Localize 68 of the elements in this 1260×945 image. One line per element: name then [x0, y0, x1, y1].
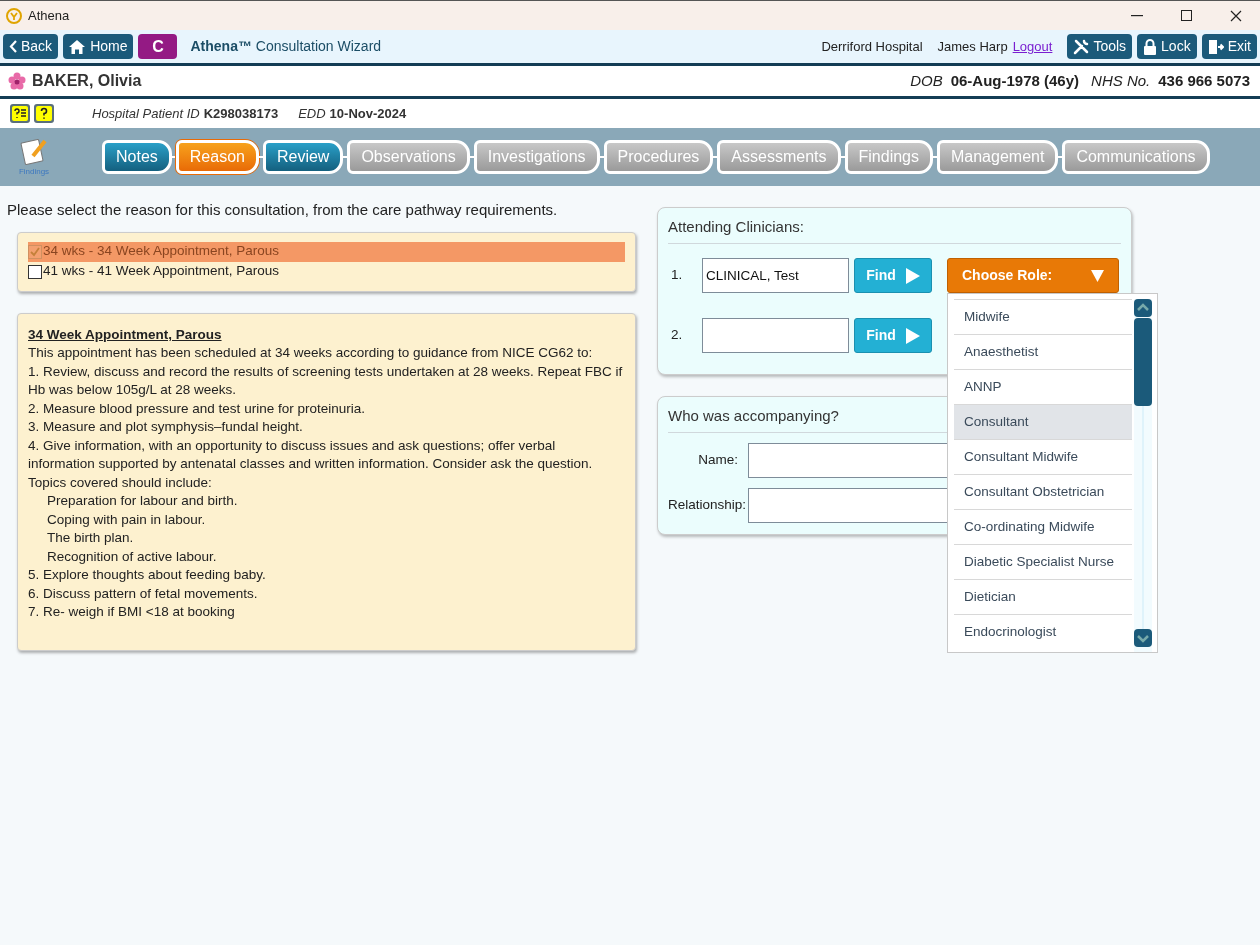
lock-button[interactable]: Lock	[1137, 34, 1197, 59]
dob-label: DOB	[910, 70, 943, 91]
description-line: 2. Measure blood pressure and test urine for proteinuria.	[28, 399, 366, 418]
nhs-value: 436 966 5073	[1158, 70, 1250, 91]
description-line: The birth plan.	[46, 529, 135, 547]
description-line: Coping with pain in labour.	[46, 510, 207, 529]
description-line: 6. Discuss pattern of fetal movements.	[28, 584, 259, 603]
window-title: Athena	[28, 6, 70, 25]
close-icon[interactable]	[1230, 9, 1242, 22]
scroll-up-icon[interactable]	[1134, 299, 1152, 317]
tools-icon	[1073, 38, 1090, 55]
description-line: 1. Review, discuss and record the results of screening tests undertaken at 28 weeks. Repeat FBC if Hb was below 105g/L at 28 weeks.	[28, 362, 624, 399]
tools-button[interactable]: Tools	[1067, 34, 1133, 59]
exit-door-icon	[1207, 38, 1224, 55]
description-line: 3. Measure and plot symphysis–fundal height.	[28, 418, 304, 436]
app-badge-button[interactable]: C	[138, 34, 178, 59]
description-line: 4. Give information, with an opportunity to discuss issues and ask questions; offer verbal information supported by antenatal classes and written information. Consider ask the question.	[28, 436, 594, 473]
clinician-name-field[interactable]: CLINICAL, Test	[702, 258, 849, 293]
clinicians-title: Attending Clinicians:	[668, 208, 1121, 244]
description-line: Recognition of active labour.	[46, 547, 218, 566]
patient-name: BAKER, Olivia	[32, 71, 142, 91]
app-logo-icon	[6, 7, 22, 24]
description-line: Topics covered should include:	[28, 473, 213, 492]
maximize-icon[interactable]	[1181, 10, 1192, 21]
nhs-label: NHS No.	[1091, 70, 1151, 91]
app-title: Athena™ Consultation Wizard	[190, 37, 382, 56]
play-arrow-icon	[905, 267, 920, 284]
field-label: Name:	[697, 451, 739, 470]
clinician-name-field[interactable]	[702, 318, 849, 353]
edd-value: 10-Nov-2024	[329, 104, 407, 123]
description-heading: 34 Week Appointment, Parous	[28, 325, 223, 344]
checkbox[interactable]	[28, 264, 42, 279]
instruction-text: Please select the reason for this consultation, from the care pathway requirements.	[7, 200, 559, 220]
logout-link[interactable]: Logout	[1012, 36, 1053, 57]
description-line: Preparation for labour and birth.	[46, 492, 239, 510]
user-name: James Harp	[937, 37, 1008, 56]
caret-down-icon	[1091, 269, 1104, 282]
exit-button[interactable]: Exit	[1201, 34, 1257, 59]
back-button[interactable]: Back	[3, 34, 59, 59]
role-option[interactable]: Consultant	[954, 404, 1132, 439]
field-label: Relationship:	[668, 496, 748, 515]
home-icon	[69, 39, 86, 54]
help-icon[interactable]	[34, 104, 54, 123]
notepad-pencil-icon	[19, 136, 49, 166]
lock-icon	[1143, 38, 1158, 55]
dob-value: 06-Aug-1978 (46y)	[950, 70, 1080, 91]
scrollbar[interactable]	[1134, 299, 1152, 652]
description-line: 5. Explore thoughts about feeding baby.	[28, 566, 267, 584]
patient-id-value: K298038173	[203, 104, 279, 123]
help-list-icon[interactable]	[10, 104, 30, 123]
play-arrow-icon	[905, 327, 920, 344]
wizard-step-tab[interactable]: Review	[262, 140, 344, 174]
chevron-left-icon	[9, 40, 17, 53]
flower-icon	[8, 72, 26, 90]
minimize-icon[interactable]	[1131, 14, 1143, 17]
scrollbar-thumb[interactable]	[1134, 318, 1152, 406]
row-number: 2.	[670, 326, 684, 345]
description-line: This appointment has been scheduled at 34 weeks according to guidance from NICE CG62 to:	[28, 344, 594, 362]
description-line: 7. Re- weigh if BMI <18 at booking	[28, 603, 236, 621]
wizard-step-tab[interactable]: Notes	[102, 140, 172, 174]
hospital-name: Derriford Hospital	[821, 37, 923, 56]
row-number: 1.	[670, 266, 684, 285]
findings-icon-label: Findings	[18, 166, 50, 178]
home-button[interactable]: Home	[63, 34, 134, 59]
patient-id-label: Hospital Patient ID	[92, 104, 200, 123]
edd-label: EDD	[298, 104, 326, 123]
scroll-down-icon[interactable]	[1134, 629, 1152, 647]
reason-option[interactable]: 41 wks - 41 Week Appointment, Parous	[28, 261, 625, 282]
